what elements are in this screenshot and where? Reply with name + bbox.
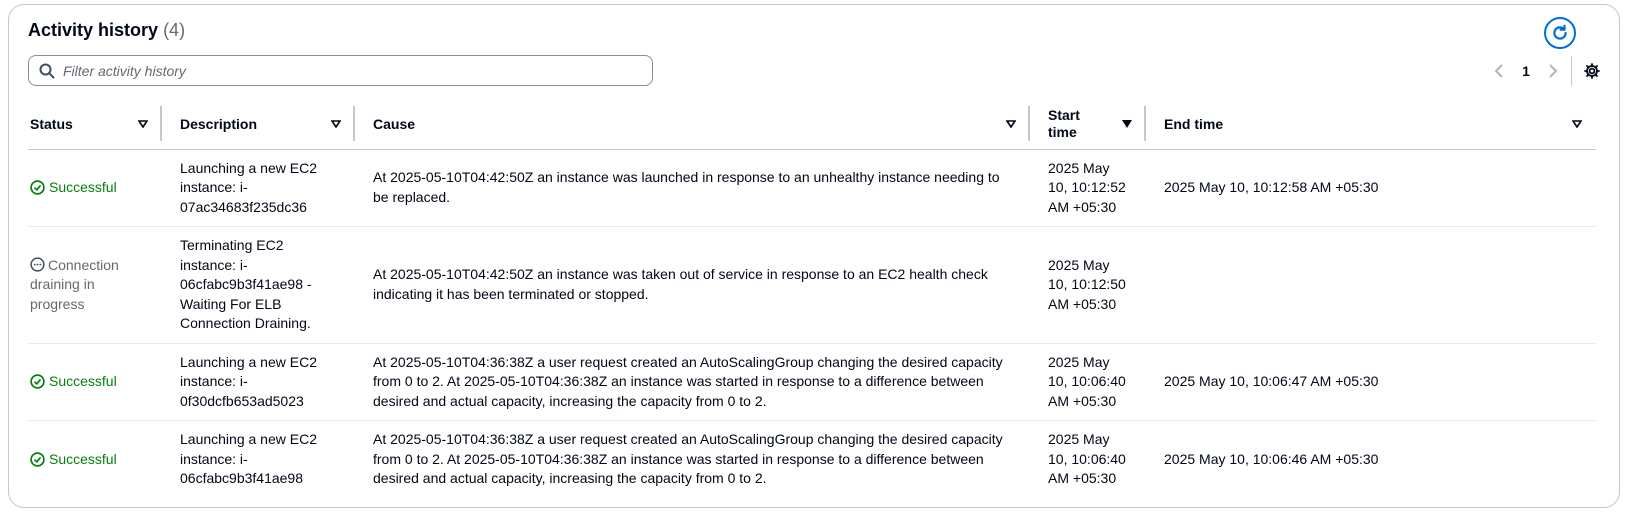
table-row[interactable]: Connection draining in progress Terminat…: [28, 226, 1596, 344]
preferences-button[interactable]: [1582, 61, 1602, 81]
previous-page-button[interactable]: [1489, 61, 1509, 81]
column-header-end-time[interactable]: End time: [1146, 99, 1596, 150]
caret-down-icon[interactable]: [1122, 119, 1132, 128]
column-label: End time: [1164, 115, 1224, 132]
caret-down-icon[interactable]: [331, 119, 341, 128]
next-page-button[interactable]: [1543, 61, 1563, 81]
start-time-cell: 2025 May 10, 10:06:40 AM +05:30: [1030, 343, 1146, 421]
table-row[interactable]: Successful Launching a new EC2 instance:…: [28, 149, 1596, 227]
column-label: Cause: [373, 115, 416, 132]
table-row[interactable]: Successful Launching a new EC2 instance:…: [28, 343, 1596, 421]
cause-cell: At 2025-05-10T04:42:50Z an instance was …: [355, 149, 1030, 227]
cause-cell: At 2025-05-10T04:42:50Z an instance was …: [355, 226, 1030, 344]
description-cell: Launching a new EC2 instance: i-07ac3468…: [162, 149, 355, 227]
pager-divider: [1571, 56, 1572, 86]
table-header-row: Status Description Cause Start time End …: [28, 99, 1596, 150]
gear-icon: [1584, 63, 1600, 79]
end-time-cell: 2025 May 10, 10:12:58 AM +05:30: [1146, 149, 1596, 227]
start-time-cell: 2025 May 10, 10:12:52 AM +05:30: [1030, 149, 1146, 227]
cause-cell: At 2025-05-10T04:36:38Z a user request c…: [373, 431, 1003, 486]
status-cell: Successful: [28, 343, 162, 421]
page-title: Activity history (4): [28, 20, 185, 41]
description-cell: Launching a new EC2 instance: i-06cfabc9…: [180, 431, 317, 486]
check-circle-icon: [30, 374, 45, 389]
column-label: Description: [180, 115, 258, 132]
chevron-left-icon: [1494, 64, 1503, 78]
cause-cell: At 2025-05-10T04:36:38Z a user request c…: [355, 343, 1030, 421]
table-row[interactable]: Successful Launching a new EC2 instance:…: [28, 421, 1596, 498]
status-text: Successful: [49, 179, 117, 195]
column-label: Status: [30, 115, 73, 132]
refresh-icon: [1553, 24, 1567, 40]
start-time-cell: 2025 May 10, 10:06:40 AM +05:30: [1048, 431, 1126, 486]
search-input[interactable]: [63, 62, 623, 79]
end-time-cell: 2025 May 10, 10:06:46 AM +05:30: [1164, 450, 1379, 467]
column-header-cause[interactable]: Cause: [355, 99, 1030, 150]
status-cell: Successful: [28, 421, 162, 498]
ellipsis-circle-icon: [30, 256, 45, 272]
activity-table: Status Description Cause Start time End …: [28, 99, 1596, 498]
status-badge: Connection draining in progress: [30, 257, 119, 312]
status-badge: Successful: [30, 450, 148, 470]
status-badge: Successful: [30, 178, 148, 198]
search-field[interactable]: [28, 55, 653, 86]
caret-down-icon[interactable]: [138, 119, 148, 128]
refresh-button[interactable]: [1544, 17, 1576, 49]
caret-down-icon[interactable]: [1572, 119, 1582, 128]
column-header-description[interactable]: Description: [162, 99, 355, 150]
chevron-right-icon: [1549, 64, 1558, 78]
activity-count: (4): [163, 20, 186, 40]
page-number[interactable]: 1: [1509, 63, 1543, 79]
search-icon: [39, 63, 55, 78]
status-text: Successful: [49, 373, 117, 389]
description-cell: Terminating EC2 instance: i-06cfabc9b3f4…: [162, 226, 355, 344]
activity-history-panel: Activity history (4) 1: [8, 4, 1620, 508]
column-header-start-time[interactable]: Start time: [1030, 99, 1146, 150]
status-badge: Successful: [30, 372, 148, 392]
caret-down-icon[interactable]: [1006, 119, 1016, 128]
status-cell: Successful: [28, 149, 162, 227]
title-text: Activity history: [28, 20, 159, 40]
check-circle-icon: [30, 452, 45, 467]
column-header-status[interactable]: Status: [28, 99, 162, 150]
description-cell: Launching a new EC2 instance: i-0f30dcfb…: [162, 343, 355, 421]
check-circle-icon: [30, 180, 45, 195]
status-cell: Connection draining in progress: [28, 226, 162, 344]
end-time-cell: 2025 May 10, 10:06:47 AM +05:30: [1146, 343, 1596, 421]
status-text: Successful: [49, 450, 117, 467]
end-time-cell: [1146, 226, 1596, 344]
pagination: 1: [1489, 56, 1602, 86]
column-label: Start time: [1048, 106, 1080, 140]
start-time-cell: 2025 May 10, 10:12:50 AM +05:30: [1030, 226, 1146, 344]
